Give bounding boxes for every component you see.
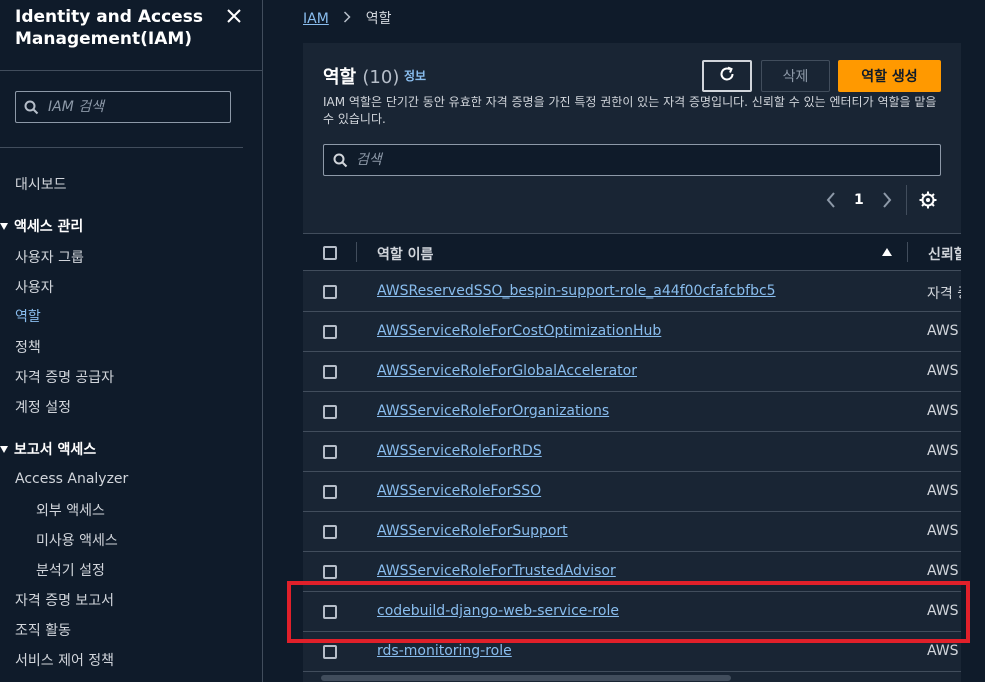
- refresh-button[interactable]: [702, 60, 752, 92]
- row-checkbox[interactable]: [323, 285, 337, 299]
- sidebar-item-account-settings[interactable]: 계정 설정: [15, 397, 71, 417]
- breadcrumb: IAM 역할: [303, 8, 391, 28]
- page-title: 역할 (10): [323, 63, 399, 89]
- table-row: AWSServiceRoleForOrganizations AWS: [303, 392, 961, 432]
- trusted-entity: AWS: [927, 363, 959, 379]
- table-row: AWSServiceRoleForRDS AWS: [303, 432, 961, 472]
- trusted-entity: AWS: [927, 523, 959, 539]
- scrollbar-thumb[interactable]: [321, 675, 731, 681]
- info-link[interactable]: 정보: [404, 67, 426, 84]
- role-name-link[interactable]: AWSServiceRoleForSupport: [377, 523, 568, 539]
- search-icon: [24, 100, 39, 119]
- sidebar-search-input[interactable]: [48, 92, 226, 122]
- column-divider: [356, 242, 357, 262]
- row-checkbox[interactable]: [323, 405, 337, 419]
- table-row: AWSServiceRoleForSupport AWS: [303, 512, 961, 552]
- sidebar-section-access-management[interactable]: 액세스 관리: [0, 216, 83, 236]
- highlight-box: [287, 581, 970, 643]
- trusted-entity: AWS: [927, 483, 959, 499]
- role-count: (10): [362, 67, 400, 88]
- row-checkbox[interactable]: [323, 445, 337, 459]
- column-header-role-name[interactable]: 역할 이름: [377, 244, 433, 264]
- column-header-trusted-entities[interactable]: 신뢰할: [928, 244, 961, 264]
- row-checkbox[interactable]: [323, 565, 337, 579]
- search-icon: [333, 153, 348, 172]
- sidebar: Identity and Access Management(IAM) 대시보드…: [0, 0, 263, 682]
- role-name-link[interactable]: AWSServiceRoleForSSO: [377, 483, 541, 499]
- caret-down-icon: [0, 446, 8, 453]
- role-name-link[interactable]: rds-monitoring-role: [377, 643, 512, 659]
- trusted-entity: AWS: [927, 403, 959, 419]
- create-role-button[interactable]: 역할 생성: [838, 60, 941, 92]
- table-row: AWSServiceRoleForCostOptimizationHub AWS: [303, 312, 961, 352]
- sidebar-item-credential-report[interactable]: 자격 증명 보고서: [15, 590, 114, 610]
- role-name-link[interactable]: AWSServiceRoleForRDS: [377, 443, 542, 459]
- sidebar-title[interactable]: Identity and Access Management(IAM): [15, 6, 215, 50]
- sidebar-section-access-reports[interactable]: 보고서 액세스: [0, 439, 96, 459]
- chevron-left-icon[interactable]: [825, 190, 837, 210]
- roles-search-input[interactable]: [356, 145, 926, 175]
- close-icon[interactable]: [224, 6, 244, 26]
- caret-down-icon: [0, 223, 8, 230]
- role-name-link[interactable]: AWSServiceRoleForOrganizations: [377, 403, 609, 419]
- chevron-right-icon: [343, 11, 351, 27]
- role-name-link[interactable]: AWSServiceRoleForTrustedAdvisor: [377, 563, 616, 579]
- row-checkbox[interactable]: [323, 485, 337, 499]
- trusted-entity: AWS: [927, 643, 959, 659]
- refresh-icon: [718, 65, 736, 87]
- trusted-entity: AWS: [927, 563, 959, 579]
- row-checkbox[interactable]: [323, 365, 337, 379]
- sidebar-section-label: 액세스 관리: [14, 219, 84, 235]
- settings-gear-icon[interactable]: [918, 190, 938, 210]
- sidebar-item-access-analyzer[interactable]: Access Analyzer: [15, 471, 128, 487]
- sidebar-item-policies[interactable]: 정책: [15, 337, 41, 357]
- sort-ascending-icon[interactable]: [882, 248, 892, 256]
- page-number[interactable]: 1: [854, 192, 864, 212]
- roles-search-field[interactable]: [323, 144, 941, 176]
- sidebar-divider: [0, 147, 243, 148]
- role-name-link[interactable]: AWSServiceRoleForCostOptimizationHub: [377, 323, 661, 339]
- sidebar-search-field[interactable]: [15, 91, 231, 123]
- breadcrumb-current: 역할: [365, 11, 392, 27]
- sidebar-item-users[interactable]: 사용자: [15, 277, 54, 297]
- sidebar-divider: [0, 70, 263, 71]
- select-all-checkbox[interactable]: [323, 246, 337, 260]
- chevron-right-icon[interactable]: [881, 190, 893, 210]
- panel-title-text: 역할: [323, 67, 357, 88]
- trusted-entity: AWS: [927, 443, 959, 459]
- column-divider[interactable]: [907, 242, 908, 262]
- table-row: AWSServiceRoleForGlobalAccelerator AWS: [303, 352, 961, 392]
- horizontal-scrollbar[interactable]: [303, 673, 961, 682]
- role-name-link[interactable]: AWSReservedSSO_bespin-support-role_a44f0…: [377, 283, 776, 299]
- breadcrumb-link-iam[interactable]: IAM: [303, 11, 329, 27]
- trusted-entity: 자격 증: [927, 286, 961, 302]
- sidebar-item-service-control-policies[interactable]: 서비스 제어 정책: [15, 650, 114, 670]
- sidebar-item-user-groups[interactable]: 사용자 그룹: [15, 247, 84, 267]
- row-checkbox[interactable]: [323, 645, 337, 659]
- pager-divider: [906, 185, 907, 215]
- table-row: AWSServiceRoleForSSO AWS: [303, 472, 961, 512]
- delete-button[interactable]: 삭제: [761, 60, 830, 92]
- sidebar-section-label: 보고서 액세스: [14, 442, 97, 458]
- table-row: AWSReservedSSO_bespin-support-role_a44f0…: [303, 272, 961, 312]
- sidebar-item-roles[interactable]: 역할: [15, 306, 41, 326]
- row-checkbox[interactable]: [323, 525, 337, 539]
- sidebar-item-external-access[interactable]: 외부 액세스: [36, 500, 105, 520]
- row-checkbox[interactable]: [323, 325, 337, 339]
- sidebar-item-analyzer-settings[interactable]: 분석기 설정: [36, 560, 105, 580]
- panel-description: IAM 역할은 단기간 동안 유효한 자격 증명을 가진 특정 권한이 있는 자…: [323, 95, 937, 126]
- role-name-link[interactable]: AWSServiceRoleForGlobalAccelerator: [377, 363, 637, 379]
- trusted-entity: AWS: [927, 323, 959, 339]
- sidebar-item-organization-activity[interactable]: 조직 활동: [15, 620, 71, 640]
- sidebar-item-dashboard[interactable]: 대시보드: [15, 174, 67, 194]
- table-header: 역할 이름 신뢰할: [303, 233, 961, 271]
- sidebar-item-identity-providers[interactable]: 자격 증명 공급자: [15, 367, 114, 387]
- sidebar-item-unused-access[interactable]: 미사용 액세스: [36, 530, 118, 550]
